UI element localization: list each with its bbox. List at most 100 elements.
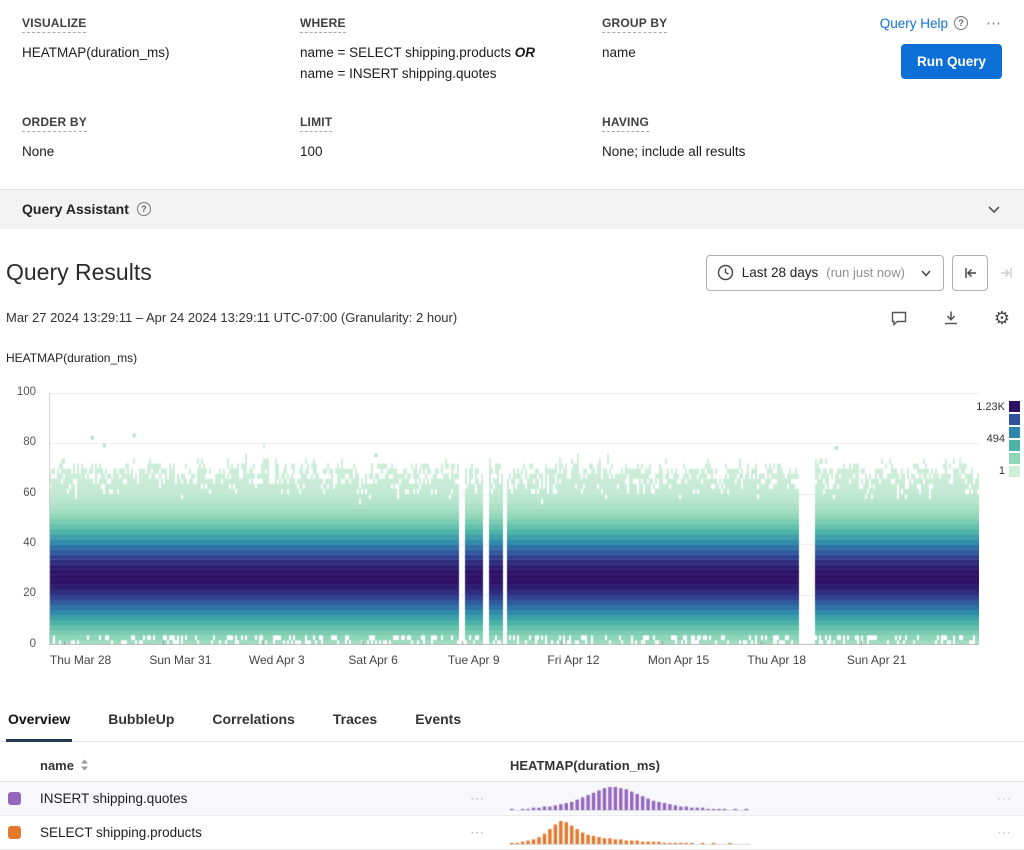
chart-title: HEATMAP(duration_ms) bbox=[4, 351, 1020, 365]
table-row[interactable]: SELECT shipping.products ⋯ ⋯ bbox=[0, 816, 1024, 850]
table-row[interactable]: INSERT shipping.quotes ⋯ ⋯ bbox=[0, 782, 1024, 816]
date-row: Mar 27 2024 13:29:11 – Apr 24 2024 13:29… bbox=[0, 291, 1024, 327]
next-query-button[interactable] bbox=[998, 264, 1016, 282]
group-by-label: GROUP BY bbox=[602, 16, 667, 33]
legend-color-swatch bbox=[1009, 401, 1020, 412]
page-title: Query Results bbox=[6, 259, 152, 286]
y-axis-label: 60 bbox=[23, 487, 36, 499]
clock-icon bbox=[717, 264, 734, 281]
limit-label: LIMIT bbox=[300, 115, 332, 132]
group-by-clause[interactable]: GROUP BY name bbox=[602, 14, 832, 85]
legend-swatches bbox=[1009, 401, 1020, 477]
where-or: OR bbox=[515, 45, 535, 60]
name-column-label: name bbox=[40, 758, 74, 773]
time-range-value: Last 28 days bbox=[742, 265, 819, 280]
x-axis-label: Mon Apr 15 bbox=[648, 653, 709, 667]
order-by-clause[interactable]: ORDER BY None bbox=[22, 113, 300, 163]
column-header-name[interactable]: name bbox=[40, 758, 470, 773]
legend-color-swatch bbox=[1009, 453, 1020, 464]
results-tabs: Overview BubbleUp Correlations Traces Ev… bbox=[0, 703, 1024, 742]
y-axis-label: 20 bbox=[23, 587, 36, 599]
x-axis-label: Thu Apr 18 bbox=[747, 653, 806, 667]
heatmap-legend: 1.23K 494 1 bbox=[976, 401, 1020, 477]
tab-correlations[interactable]: Correlations bbox=[210, 703, 296, 742]
row-overflow-icon[interactable]: ⋯ bbox=[974, 824, 1024, 841]
query-assistant-help-icon: ? bbox=[137, 202, 151, 216]
legend-color-swatch bbox=[1009, 466, 1020, 477]
chevron-down-icon[interactable] bbox=[986, 201, 1002, 217]
x-axis-label: Thu Mar 28 bbox=[50, 653, 111, 667]
legend-value: 1.23K bbox=[976, 401, 1005, 413]
run-query-button[interactable]: Run Query bbox=[901, 44, 1002, 79]
visualize-clause[interactable]: VISUALIZE HEATMAP(duration_ms) bbox=[22, 14, 300, 85]
where-label: WHERE bbox=[300, 16, 346, 33]
row-overflow-icon[interactable]: ⋯ bbox=[470, 790, 510, 807]
column-header-heatmap: HEATMAP(duration_ms) bbox=[510, 758, 770, 773]
legend-color-swatch bbox=[1009, 427, 1020, 438]
row-name: SELECT shipping.products bbox=[40, 825, 470, 840]
having-value[interactable]: None; include all results bbox=[602, 142, 1002, 163]
heatmap-chart: 0 20 40 60 80 100 Thu Mar 28 Sun Mar 31 Wed Apr… bbox=[4, 371, 1020, 669]
tab-overview[interactable]: Overview bbox=[6, 703, 72, 742]
query-assistant-bar[interactable]: Query Assistant ? bbox=[0, 189, 1024, 229]
download-icon[interactable] bbox=[942, 309, 960, 327]
visualize-label: VISUALIZE bbox=[22, 16, 86, 33]
query-help-link[interactable]: Query Help bbox=[880, 16, 948, 31]
query-overflow-menu-icon[interactable]: ⋯ bbox=[986, 14, 1002, 32]
limit-clause[interactable]: LIMIT 100 bbox=[300, 113, 602, 163]
date-range-text: Mar 27 2024 13:29:11 – Apr 24 2024 13:29… bbox=[6, 310, 457, 325]
x-axis: Thu Mar 28 Sun Mar 31 Wed Apr 3 Sat Apr 6 Tu… bbox=[49, 653, 979, 669]
sort-icon[interactable] bbox=[80, 759, 89, 771]
results-table: name HEATMAP(duration_ms) INSERT shippin… bbox=[0, 754, 1024, 850]
time-range-note: (run just now) bbox=[826, 265, 905, 280]
row-overflow-icon[interactable]: ⋯ bbox=[974, 790, 1024, 807]
x-axis-label: Sun Mar 31 bbox=[149, 653, 211, 667]
group-by-value[interactable]: name bbox=[602, 43, 832, 64]
x-axis-label: Tue Apr 9 bbox=[448, 653, 500, 667]
legend-color-swatch bbox=[1009, 414, 1020, 425]
where-clause[interactable]: WHERE name = SELECT shipping.products OR… bbox=[300, 14, 602, 85]
previous-query-button[interactable] bbox=[952, 255, 988, 291]
y-axis: 020406080100 bbox=[4, 393, 42, 645]
where-line2: name = INSERT shipping.quotes bbox=[300, 64, 602, 85]
gear-icon[interactable]: ⚙ bbox=[994, 309, 1010, 327]
y-axis-label: 0 bbox=[30, 638, 36, 650]
y-axis-label: 40 bbox=[23, 537, 36, 549]
results-header: Query Results Last 28 days (run just now… bbox=[0, 229, 1024, 291]
having-label: HAVING bbox=[602, 115, 649, 132]
legend-color-swatch bbox=[1009, 440, 1020, 451]
query-help-icon: ? bbox=[954, 16, 968, 30]
having-clause[interactable]: HAVING None; include all results bbox=[602, 113, 1002, 163]
x-axis-label: Fri Apr 12 bbox=[547, 653, 599, 667]
y-axis-label: 80 bbox=[23, 436, 36, 448]
legend-value: 494 bbox=[987, 433, 1005, 445]
query-builder: VISUALIZE HEATMAP(duration_ms) WHERE nam… bbox=[0, 0, 1024, 189]
tab-events[interactable]: Events bbox=[413, 703, 463, 742]
query-assistant-title: Query Assistant bbox=[22, 201, 129, 217]
legend-value: 1 bbox=[999, 465, 1005, 477]
heatmap-canvas[interactable] bbox=[49, 393, 979, 645]
row-name: INSERT shipping.quotes bbox=[40, 791, 470, 806]
where-value[interactable]: name = SELECT shipping.products OR name … bbox=[300, 43, 602, 85]
x-axis-label: Wed Apr 3 bbox=[249, 653, 305, 667]
chevron-down-icon bbox=[919, 266, 933, 280]
tab-bubbleup[interactable]: BubbleUp bbox=[106, 703, 176, 742]
where-line1: name = SELECT shipping.products bbox=[300, 45, 515, 60]
row-overflow-icon[interactable]: ⋯ bbox=[470, 824, 510, 841]
heatmap-section: HEATMAP(duration_ms) 0 20 40 60 80 100 Thu Ma… bbox=[0, 351, 1024, 669]
tab-traces[interactable]: Traces bbox=[331, 703, 379, 742]
legend-values: 1.23K 494 1 bbox=[976, 401, 1005, 477]
table-header: name HEATMAP(duration_ms) bbox=[0, 754, 1024, 782]
series-color-swatch bbox=[8, 826, 21, 839]
x-axis-label: Sat Apr 6 bbox=[348, 653, 397, 667]
row-sparkline bbox=[510, 785, 750, 811]
order-by-value[interactable]: None bbox=[22, 142, 300, 163]
y-axis-label: 100 bbox=[17, 386, 36, 398]
limit-value[interactable]: 100 bbox=[300, 142, 602, 163]
comment-icon[interactable] bbox=[890, 309, 908, 327]
order-by-label: ORDER BY bbox=[22, 115, 87, 132]
time-range-selector[interactable]: Last 28 days (run just now) bbox=[706, 255, 944, 291]
visualize-value[interactable]: HEATMAP(duration_ms) bbox=[22, 43, 300, 64]
series-color-swatch bbox=[8, 792, 21, 805]
row-sparkline bbox=[510, 819, 750, 845]
